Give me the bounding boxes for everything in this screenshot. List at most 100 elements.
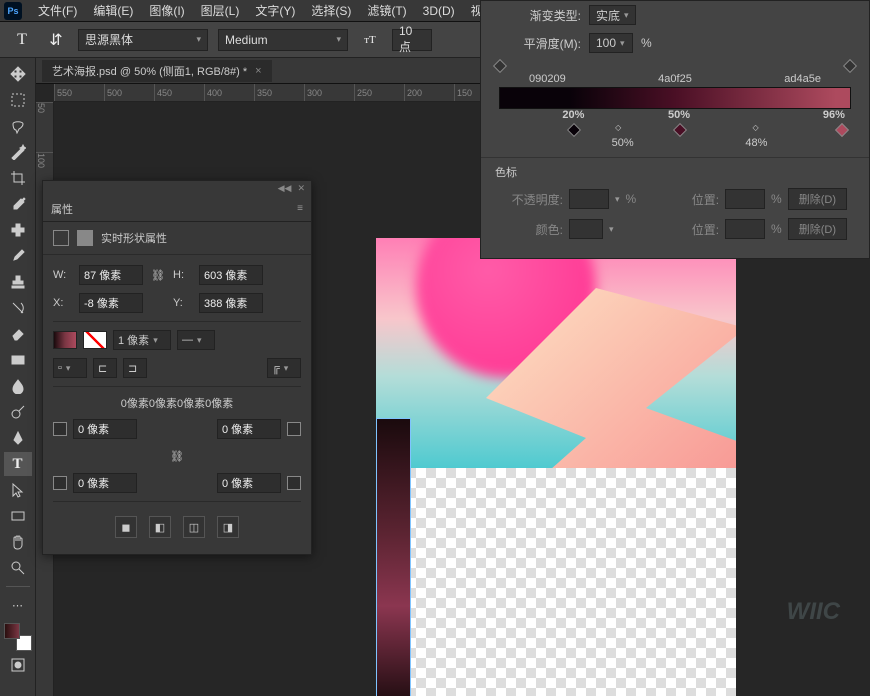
color-stop-2[interactable] xyxy=(673,123,687,137)
caps-dropdown[interactable]: ⊏ xyxy=(93,358,117,378)
color-pos-input[interactable] xyxy=(725,219,765,239)
opacity-input[interactable] xyxy=(569,189,609,209)
tool-palette: T ⋯ xyxy=(0,58,36,696)
width-input[interactable]: 87 像素 xyxy=(79,265,143,285)
magic-wand-tool[interactable] xyxy=(4,140,32,164)
corner-bl-input[interactable]: 0 像素 xyxy=(73,473,137,493)
menu-edit[interactable]: 编辑(E) xyxy=(85,2,141,19)
height-input[interactable]: 603 像素 xyxy=(199,265,263,285)
pathop-subtract[interactable]: ◧ xyxy=(149,516,171,538)
corner-br-input[interactable]: 0 像素 xyxy=(217,473,281,493)
smooth-input[interactable]: 100▾ xyxy=(589,33,633,53)
opacity-pos-input[interactable] xyxy=(725,189,765,209)
menu-type[interactable]: 文字(Y) xyxy=(247,2,303,19)
hand-tool[interactable] xyxy=(4,530,32,554)
path-select-tool[interactable] xyxy=(4,478,32,502)
link-wh-icon[interactable]: ⛓ xyxy=(149,266,167,284)
close-icon[interactable]: ✕ xyxy=(297,183,305,194)
x-input[interactable]: -8 像素 xyxy=(79,293,143,313)
delete-color-stop[interactable]: 删除(D) xyxy=(788,218,847,240)
lasso-tool[interactable] xyxy=(4,114,32,138)
color-swatches[interactable] xyxy=(4,623,32,651)
crop-tool[interactable] xyxy=(4,166,32,190)
close-tab-icon[interactable]: × xyxy=(255,65,261,77)
blur-tool[interactable] xyxy=(4,374,32,398)
marquee-tool[interactable] xyxy=(4,88,32,112)
link-corners-icon[interactable]: ⛓ xyxy=(168,447,186,465)
app-logo: Ps xyxy=(4,2,22,20)
menu-filter[interactable]: 滤镜(T) xyxy=(359,2,414,19)
stop-pct-1: 20% xyxy=(562,109,584,121)
pathop-intersect[interactable]: ◫ xyxy=(183,516,205,538)
y-input[interactable]: 388 像素 xyxy=(199,293,263,313)
divider xyxy=(6,586,30,587)
zoom-tool[interactable] xyxy=(4,556,32,580)
shape-icon xyxy=(53,230,69,246)
color-swatch-input[interactable] xyxy=(569,219,603,239)
type-tool[interactable]: T xyxy=(4,452,32,476)
corner-bl-check[interactable] xyxy=(53,476,67,490)
align-dropdown[interactable]: ▫▾ xyxy=(53,358,87,378)
artwork-zigzag xyxy=(436,268,736,468)
corners-summary: 0像素0像素0像素0像素 xyxy=(53,395,301,411)
gradient-tool[interactable] xyxy=(4,348,32,372)
grad-type-dropdown[interactable]: 实底▾ xyxy=(589,5,636,25)
artboard[interactable] xyxy=(376,238,736,696)
artwork-transparent xyxy=(376,468,736,696)
delete-opacity-stop[interactable]: 删除(D) xyxy=(788,188,847,210)
x-label: X: xyxy=(53,297,73,309)
fill-swatch[interactable] xyxy=(53,331,77,349)
properties-panel: ◀◀ ✕ 属性 ≡ 实时形状属性 W: 87 像素 ⛓ H: 603 像素 X:… xyxy=(42,180,312,555)
opacity-stop-left[interactable] xyxy=(493,59,507,73)
edit-toolbar[interactable]: ⋯ xyxy=(4,593,32,617)
font-size-icon: тT xyxy=(358,28,382,52)
history-brush-tool[interactable] xyxy=(4,296,32,320)
selected-shape[interactable] xyxy=(376,418,411,696)
menu-image[interactable]: 图像(I) xyxy=(141,2,192,19)
rectangle-tool[interactable] xyxy=(4,504,32,528)
mask-icon xyxy=(77,230,93,246)
corner-dropdown[interactable]: ╔▾ xyxy=(267,358,301,378)
stroke-swatch[interactable] xyxy=(83,331,107,349)
text-orient-icon[interactable]: ⇵ xyxy=(44,28,68,52)
active-tool-icon: T xyxy=(10,28,34,52)
pathop-combine[interactable]: ◼ xyxy=(115,516,137,538)
eyedropper-tool[interactable] xyxy=(4,192,32,216)
stroke-style-dropdown[interactable]: —▾ xyxy=(177,330,215,350)
panel-title: 属性 xyxy=(51,201,73,217)
color-stop-3[interactable] xyxy=(835,123,849,137)
corner-tr-check[interactable] xyxy=(287,422,301,436)
menu-select[interactable]: 选择(S) xyxy=(303,2,359,19)
corner-tl-input[interactable]: 0 像素 xyxy=(73,419,137,439)
gradient-bar[interactable] xyxy=(499,87,851,109)
stroke-width-dropdown[interactable]: 1 像素▾ xyxy=(113,330,171,350)
pathop-exclude[interactable]: ◨ xyxy=(217,516,239,538)
font-size-dropdown[interactable]: 10 点 xyxy=(392,29,432,51)
document-tab[interactable]: 艺术海报.psd @ 50% (侧面1, RGB/8#) * × xyxy=(42,60,272,82)
stops-section-label: 色标 xyxy=(491,164,859,184)
corner-br-check[interactable] xyxy=(287,476,301,490)
caps2-dropdown[interactable]: ⊐ xyxy=(123,358,147,378)
color-stop-1[interactable] xyxy=(567,123,581,137)
font-weight-dropdown[interactable]: Medium▾ xyxy=(218,29,348,51)
stop-hex-1: 090209 xyxy=(529,73,566,85)
font-family-dropdown[interactable]: 思源黑体▾ xyxy=(78,29,208,51)
dodge-tool[interactable] xyxy=(4,400,32,424)
panel-menu-icon[interactable]: ≡ xyxy=(297,203,303,214)
heal-tool[interactable] xyxy=(4,218,32,242)
menu-3d[interactable]: 3D(D) xyxy=(415,4,463,18)
brush-tool[interactable] xyxy=(4,244,32,268)
menu-layer[interactable]: 图层(L) xyxy=(193,2,248,19)
tab-title: 艺术海报.psd @ 50% (侧面1, RGB/8#) * xyxy=(52,63,247,79)
move-tool[interactable] xyxy=(4,62,32,86)
stamp-tool[interactable] xyxy=(4,270,32,294)
opacity-stop-right[interactable] xyxy=(843,59,857,73)
menu-file[interactable]: 文件(F) xyxy=(30,2,85,19)
quickmask-tool[interactable] xyxy=(4,653,32,677)
corner-tl-check[interactable] xyxy=(53,422,67,436)
collapse-icon[interactable]: ◀◀ xyxy=(278,183,292,194)
eraser-tool[interactable] xyxy=(4,322,32,346)
pen-tool[interactable] xyxy=(4,426,32,450)
corner-tr-input[interactable]: 0 像素 xyxy=(217,419,281,439)
mid-pct-2: 48% xyxy=(745,137,767,149)
